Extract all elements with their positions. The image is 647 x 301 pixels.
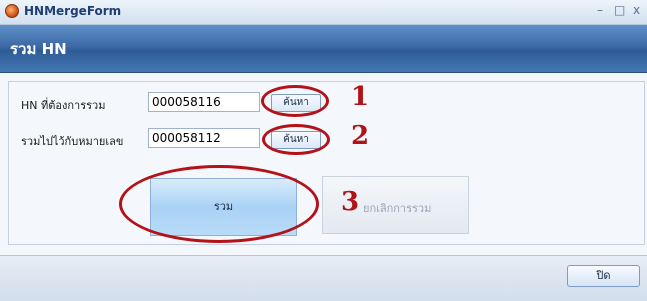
hn-source-label: HN ที่ต้องการรวม: [21, 99, 106, 112]
window-title: HNMergeForm: [24, 4, 122, 18]
maximize-button[interactable]: □: [614, 3, 625, 17]
hn-target-label: รวมไปไว้กับหมายเลข: [21, 135, 124, 148]
form-header: รวม HN: [0, 25, 647, 73]
page-title: รวม HN: [10, 40, 67, 58]
window-titlebar: HNMergeForm – □ x: [0, 0, 647, 25]
annotation-number-3: 3: [341, 187, 360, 217]
app-icon: [5, 4, 19, 18]
close-window-button[interactable]: x: [633, 3, 640, 17]
merge-button[interactable]: รวม: [150, 178, 297, 236]
form-footer: [0, 255, 647, 301]
search-target-button[interactable]: ค้นหา: [271, 131, 321, 149]
search-source-button[interactable]: ค้นหา: [271, 94, 321, 112]
cancel-merge-label: ยกเลิกการรวม: [363, 202, 432, 215]
annotation-number-2: 2: [351, 121, 370, 151]
hn-target-input[interactable]: [148, 128, 260, 148]
close-button[interactable]: ปิด: [567, 265, 640, 287]
minimize-button[interactable]: –: [597, 3, 603, 17]
hn-source-input[interactable]: [148, 92, 260, 112]
annotation-number-1: 1: [351, 82, 370, 112]
